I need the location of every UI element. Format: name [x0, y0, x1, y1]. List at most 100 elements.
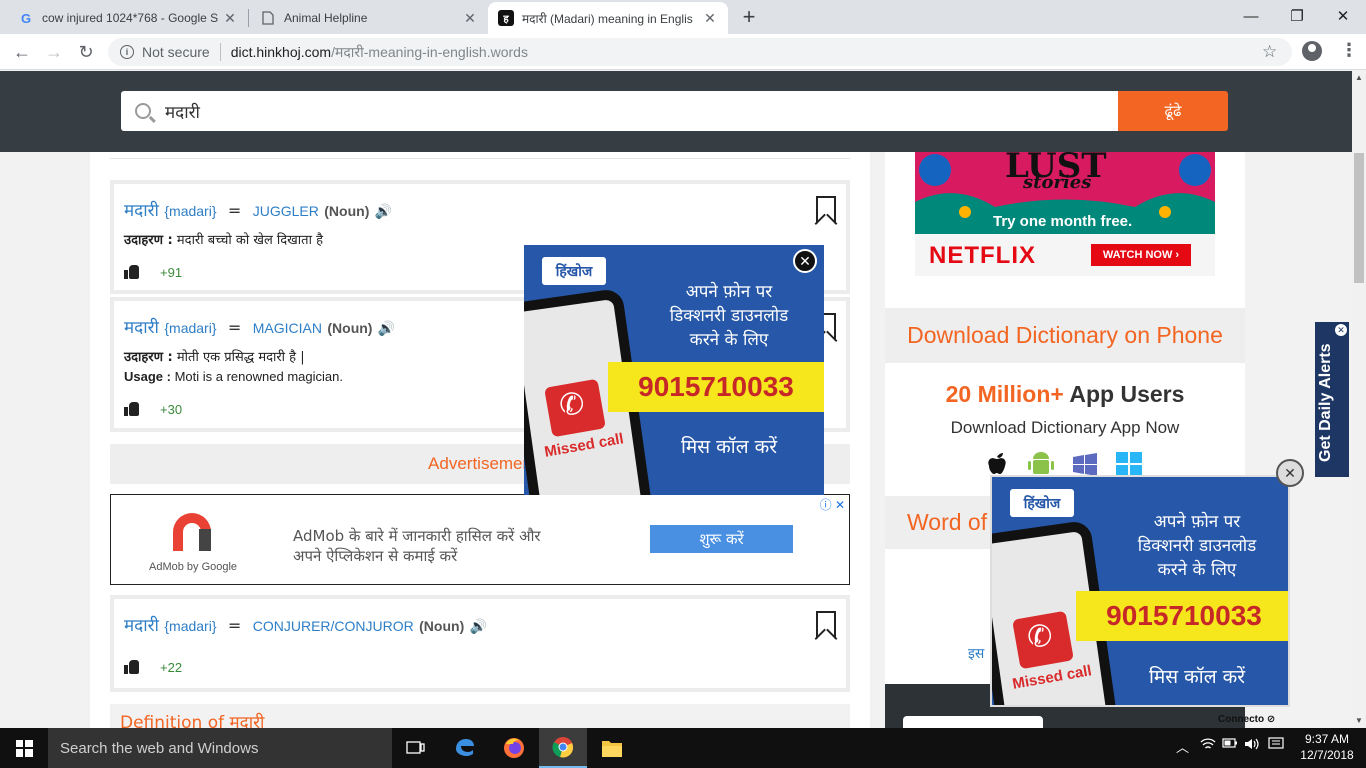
entry-meaning[interactable]: JUGGLER — [253, 203, 319, 219]
search-icon — [135, 103, 151, 119]
equals-sign: = — [227, 201, 242, 220]
clock[interactable]: 9:37 AM 12/7/2018 — [1298, 731, 1356, 763]
netflix-ad[interactable]: LUST stories Try one month free. NETFLIX… — [915, 152, 1215, 276]
divider — [110, 158, 850, 159]
windows-phone-icon[interactable] — [1070, 450, 1100, 476]
account-icon[interactable] — [1302, 41, 1322, 61]
speaker-icon[interactable]: 🔊 — [470, 619, 487, 635]
entry-word[interactable]: मदारी — [124, 201, 159, 221]
promo-line: अपने फ़ोन पर — [1153, 512, 1241, 532]
close-tab-icon[interactable]: ✕ — [462, 10, 478, 27]
notification-icon[interactable] — [1268, 737, 1284, 754]
file-explorer-icon[interactable] — [588, 728, 636, 768]
entry-meaning[interactable]: CONJURER/CONJUROR — [253, 618, 414, 634]
example-text: मदारी बच्चो को खेल दिखाता है — [176, 233, 323, 248]
tab-google-search[interactable]: G cow injured 1024*768 - Google S ✕ — [8, 2, 248, 34]
hinkhoj-promo-ad[interactable]: हिंखोज Missed call अपने फ़ोन पर डिक्शनरी… — [524, 245, 824, 495]
info-icon[interactable]: i — [120, 45, 134, 59]
speaker-icon[interactable]: 🔊 — [378, 321, 395, 337]
entry-translit: {madari} — [164, 320, 217, 336]
firefox-icon[interactable] — [490, 728, 538, 768]
forward-icon[interactable]: → — [42, 40, 66, 64]
close-window-icon[interactable]: ✕ — [1320, 0, 1366, 32]
tab-title: Animal Helpline — [284, 11, 368, 25]
thumbs-up-icon[interactable] — [124, 401, 140, 417]
missed-call-icon — [1012, 610, 1074, 670]
menu-icon[interactable]: ⋮ — [1340, 40, 1358, 61]
tab-animal-helpline[interactable]: Animal Helpline ✕ — [250, 2, 488, 34]
connecto-icon: ⊘ — [1266, 714, 1276, 725]
close-ad-icon[interactable]: ✕ — [793, 249, 817, 273]
new-tab-button[interactable]: + — [736, 4, 762, 30]
bookmark-star-icon[interactable]: ☆ — [1262, 42, 1277, 62]
entry-word[interactable]: मदारी — [124, 318, 159, 338]
usage-text: Moti is a renowned magician. — [174, 369, 343, 384]
netflix-logo: NETFLIX — [929, 242, 1036, 269]
taskbar-search[interactable]: Search the web and Windows — [48, 728, 392, 768]
example-label: उदाहरण : — [124, 233, 173, 248]
promo-line: करने के लिए — [1157, 560, 1237, 580]
bookmark-icon[interactable] — [814, 196, 838, 225]
like-count: +30 — [160, 401, 183, 417]
speaker-icon[interactable]: 🔊 — [375, 204, 392, 220]
entry-meaning[interactable]: MAGICIAN — [253, 320, 322, 336]
task-view-icon[interactable] — [392, 728, 440, 768]
reload-icon[interactable]: ↻ — [74, 40, 98, 64]
search-button[interactable]: ढूंढे — [1118, 91, 1228, 131]
promo-line: डिक्शनरी डाउनलोड — [669, 306, 789, 326]
divider — [219, 43, 221, 61]
battery-icon[interactable] — [1222, 737, 1238, 752]
example-row: उदाहरण : मदारी बच्चो को खेल दिखाता है — [124, 230, 323, 248]
android-icon[interactable] — [1026, 450, 1056, 476]
word-of-day-heading: Word of — [885, 496, 990, 549]
connecto-label: Connecto ⊘ — [1218, 714, 1275, 725]
equals-sign: = — [227, 616, 242, 635]
windows-icon[interactable] — [1114, 450, 1144, 476]
edge-icon[interactable] — [441, 728, 489, 768]
watch-now-button[interactable]: WATCH NOW › — [1091, 244, 1191, 266]
connecto-text: Connecto — [1218, 714, 1265, 725]
scroll-down-icon[interactable]: ▼ — [1352, 714, 1366, 728]
thumbs-up-icon[interactable] — [124, 659, 140, 675]
hinkhoj-promo-ad[interactable]: हिंखोज Missed call अपने फ़ोन पर डिक्शनरी… — [990, 475, 1290, 707]
word-of-day-link[interactable]: इस — [968, 644, 984, 663]
tab-hinkhoj[interactable]: ह मदारी (Madari) meaning in Englis ✕ — [488, 2, 728, 34]
address-bar[interactable]: i Not secure dict.hinkhoj.com/मदारी-mean… — [108, 38, 1292, 66]
admob-start-button[interactable]: शुरू करें — [650, 525, 793, 553]
download-subtitle: Download Dictionary App Now — [950, 418, 1180, 437]
admob-ad[interactable]: AdMob by Google AdMob के बारे में जानकार… — [110, 494, 850, 585]
bookmark-icon[interactable] — [814, 611, 838, 640]
tray-chevron-icon[interactable]: ︿ — [1176, 737, 1189, 756]
search-box[interactable] — [121, 91, 1118, 131]
apple-icon[interactable] — [982, 450, 1012, 476]
entry-pos: (Noun) — [327, 320, 373, 336]
network-icon[interactable] — [1200, 737, 1216, 754]
security-label[interactable]: Not secure — [142, 44, 210, 60]
like-count: +22 — [160, 659, 183, 675]
restore-icon[interactable]: ❐ — [1274, 0, 1320, 32]
scrollbar-thumb[interactable] — [1354, 153, 1364, 283]
search-input[interactable] — [165, 101, 1065, 121]
volume-icon[interactable] — [1244, 737, 1260, 754]
chrome-icon[interactable] — [539, 728, 587, 768]
google-icon: G — [20, 10, 32, 26]
back-icon[interactable]: ← — [10, 40, 34, 64]
scroll-up-icon[interactable]: ▲ — [1352, 71, 1366, 85]
close-alerts-icon[interactable]: ✕ — [1335, 324, 1347, 336]
clock-date: 12/7/2018 — [1300, 748, 1354, 762]
entry-translit: {madari} — [164, 203, 217, 219]
admob-text-line: अपने ऐप्लिकेशन से कमाई करें — [293, 547, 458, 565]
minimize-icon[interactable]: — — [1228, 0, 1274, 32]
adchoices-icon[interactable]: ⓘ ✕ — [820, 496, 845, 513]
store-icons — [982, 450, 1144, 476]
start-button[interactable] — [0, 728, 48, 768]
missed-call-icon — [544, 378, 606, 438]
equals-sign: = — [227, 318, 242, 337]
entry-word[interactable]: मदारी — [124, 616, 159, 636]
close-tab-icon[interactable]: ✕ — [222, 10, 238, 27]
daily-alerts-tab[interactable]: Get Daily Alerts ✕ — [1315, 322, 1349, 477]
close-tab-icon[interactable]: ✕ — [702, 10, 718, 27]
hinkhoj-icon: ह — [498, 10, 514, 26]
thumbs-up-icon[interactable] — [124, 264, 140, 280]
close-ad-icon[interactable]: ✕ — [1276, 459, 1304, 487]
